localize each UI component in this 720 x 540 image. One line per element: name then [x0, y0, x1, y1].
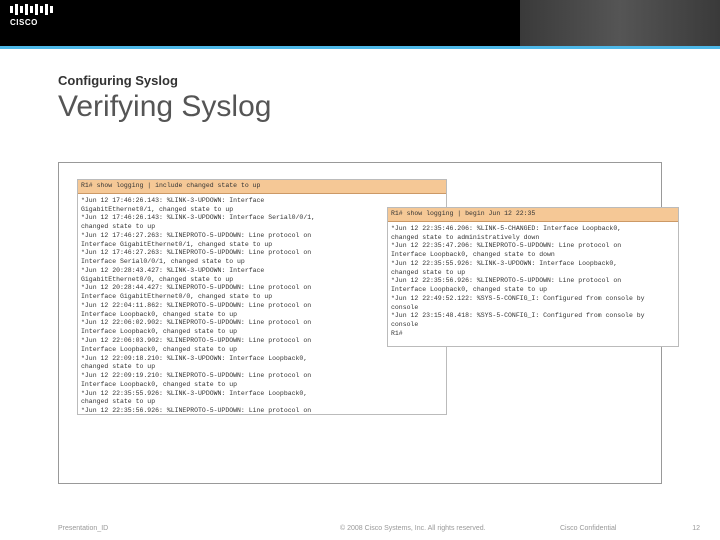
- terminal-output: *Jun 12 22:35:46.206: %LINK-5-CHANGED: I…: [388, 222, 678, 342]
- footer: Presentation_ID © 2008 Cisco Systems, In…: [0, 516, 720, 540]
- terminal-command: R1# show logging | include changed state…: [78, 180, 446, 194]
- slide-title: Verifying Syslog: [58, 90, 720, 124]
- header-bar: CISCO: [0, 0, 720, 46]
- terminal-right: R1# show logging | begin Jun 12 22:35 *J…: [387, 207, 679, 347]
- logo-text: CISCO: [10, 18, 38, 27]
- slide-subtitle: Configuring Syslog: [58, 73, 720, 88]
- header-photo: [520, 0, 720, 46]
- page-number: 12: [692, 525, 700, 532]
- presentation-id: Presentation_ID: [58, 525, 108, 532]
- confidential-text: Cisco Confidential: [560, 525, 616, 532]
- content-frame: R1# show logging | include changed state…: [58, 162, 662, 484]
- terminal-command: R1# show logging | begin Jun 12 22:35: [388, 208, 678, 222]
- copyright-text: © 2008 Cisco Systems, Inc. All rights re…: [340, 525, 486, 532]
- cisco-logo-icon: [10, 4, 53, 15]
- title-block: Configuring Syslog Verifying Syslog: [0, 49, 720, 124]
